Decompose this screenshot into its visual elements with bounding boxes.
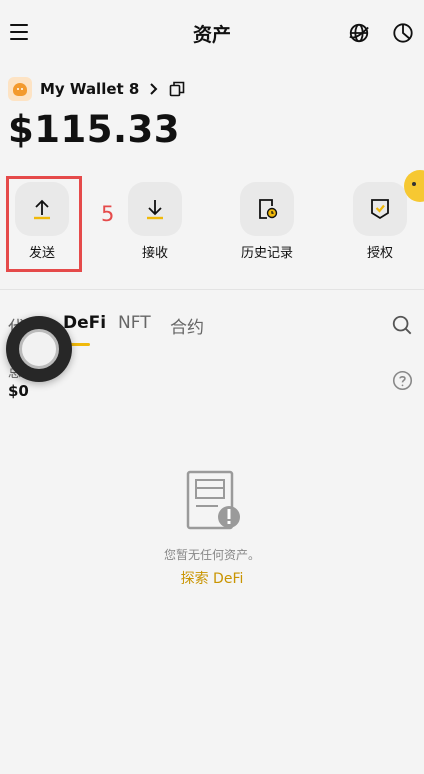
assets-page: 资产 My Wallet 8 $115.33 发送 接收 历史记录 授权 5 D… <box>0 0 424 774</box>
defi-total-value: $0 <box>8 382 29 400</box>
menu-icon[interactable] <box>10 24 28 40</box>
send-button[interactable]: 发送 <box>10 182 74 261</box>
step-number: 5 <box>101 202 115 226</box>
help-icon[interactable] <box>392 370 413 391</box>
shield-check-icon <box>371 199 389 220</box>
tab-contracts[interactable]: 合约 <box>170 313 204 338</box>
wallet-name: My Wallet 8 <box>40 80 140 98</box>
authorize-button[interactable]: 授权 <box>348 182 412 261</box>
receive-icon <box>147 200 163 220</box>
history-button[interactable]: 历史记录 <box>235 182 299 261</box>
header: 资产 <box>0 0 424 66</box>
chevron-right-icon[interactable] <box>147 82 159 96</box>
copy-icon[interactable] <box>169 81 185 97</box>
receive-button[interactable]: 接收 <box>123 182 187 261</box>
empty-state-message: 您暂无任何资产。 <box>163 548 260 562</box>
history-icon <box>259 199 278 219</box>
search-icon[interactable] <box>391 314 413 336</box>
wallet-avatar <box>8 77 32 101</box>
assistive-touch-button[interactable] <box>6 316 72 382</box>
authorize-label: 授权 <box>366 246 393 261</box>
send-label: 发送 <box>28 246 55 261</box>
total-balance: $115.33 <box>8 108 181 151</box>
tab-defi[interactable]: DeFi <box>63 313 106 333</box>
empty-document-icon <box>186 470 240 530</box>
tab-nft[interactable]: NFT <box>118 313 151 333</box>
pie-chart-icon[interactable] <box>392 22 414 44</box>
receive-label: 接收 <box>141 246 168 261</box>
globe-icon[interactable] <box>348 22 370 44</box>
history-label: 历史记录 <box>240 246 293 261</box>
send-icon <box>34 199 50 220</box>
divider <box>0 289 424 290</box>
explore-defi-link[interactable]: 探索 DeFi <box>0 568 424 588</box>
wallet-selector[interactable]: My Wallet 8 <box>8 77 185 101</box>
